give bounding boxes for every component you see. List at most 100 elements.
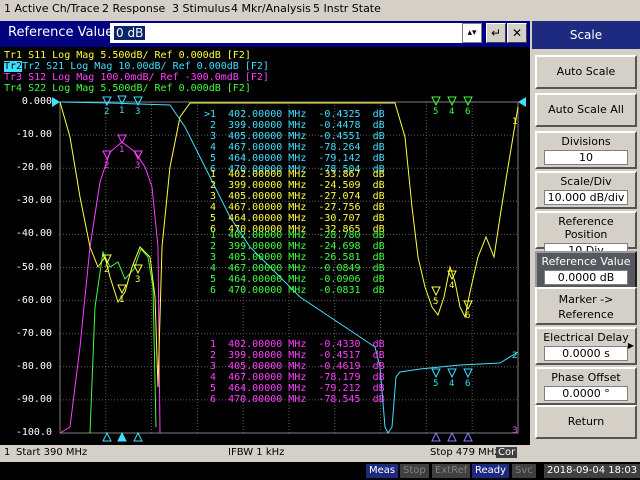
electrical-delay-label: Electrical Delay <box>543 331 629 344</box>
menu-active-ch-trace[interactable]: 1 Active Ch/Trace <box>4 2 100 15</box>
scale-div-button[interactable]: Scale/Div 10.000 dB/div <box>535 171 637 209</box>
bottom-marker <box>133 431 143 442</box>
divisions-button[interactable]: Divisions 10 <box>535 131 637 169</box>
marker-5-tr1-label: 5 <box>433 297 438 307</box>
marker-3-tr2-label: 3 <box>135 107 140 117</box>
trace-line-tr3[interactable]: Tr3 S12 Log Mag 100.0mdB/ Ref -300.0mdB … <box>4 72 269 83</box>
entry-value[interactable]: 0 dB <box>114 26 146 40</box>
trace-line-tr2[interactable]: Tr2Tr2 S21 Log Mag 10.00dB/ Ref 0.000dB … <box>4 61 269 72</box>
scale-div-label: Scale/Div <box>560 175 612 188</box>
bottom-marker <box>447 431 457 442</box>
marker-5-tr1 <box>431 286 441 297</box>
start-frequency[interactable]: Start 390 MHz <box>16 447 87 458</box>
stop-status: Stop <box>400 464 429 478</box>
measurement-graph[interactable]: 123546123123546546123 Tr1 S11 Log Mag 5.… <box>0 47 530 445</box>
marker-6-tr2b <box>463 368 473 379</box>
marker-5-tr4 <box>431 96 441 107</box>
marker-2-tr2 <box>102 96 112 107</box>
divisions-value: 10 <box>544 150 628 165</box>
bottom-marker <box>463 431 473 442</box>
status-bar: Meas Stop ExtRef Ready Svc 2018-09-04 18… <box>0 462 640 480</box>
marker-table-row: >1 402.00000 MHz -0.4325 dB <box>204 109 385 120</box>
entry-value-input[interactable]: 0 dB <box>110 23 482 43</box>
marker-table-row: 6 470.00000 MHz -78.545 dB <box>204 394 385 405</box>
marker-4-tr1-label: 4 <box>449 281 454 291</box>
marker-6-tr1-label: 6 <box>465 311 470 321</box>
enter-button[interactable]: ↵ <box>486 23 506 43</box>
marker-table-row: 2 399.00000 MHz -0.4478 dB <box>204 120 385 131</box>
reference-value-value: 0.0000 dB <box>544 270 628 285</box>
marker-1-tr2-label: 1 <box>119 106 124 116</box>
auto-scale-button[interactable]: Auto Scale <box>535 55 637 89</box>
scale-div-value: 10.000 dB/div <box>544 190 628 205</box>
trace-line-tr4[interactable]: Tr4 S22 Log Mag 5.500dB/ Ref 0.000dB [F2… <box>4 83 269 94</box>
marker-table-row: 2 399.00000 MHz -24.698 dB <box>204 241 385 252</box>
expand-arrow-icon: ▶ <box>627 341 634 350</box>
menu-mkr-analysis[interactable]: 4 Mkr/Analysis <box>231 2 311 15</box>
trace-end-label-tr2: 2 <box>512 351 518 361</box>
marker-table-row: 3 405.00000 MHz -27.074 dB <box>204 191 385 202</box>
y-axis-label: -20.00 <box>15 162 52 174</box>
marker-table-row: 5 464.00000 MHz -30.707 dB <box>204 213 385 224</box>
divisions-label: Divisions <box>561 135 611 148</box>
y-axis-label: -40.00 <box>15 228 52 240</box>
trace-line-tr2-text: Tr2 S21 Log Mag 10.00dB/ Ref 0.000dB [F2… <box>22 61 269 72</box>
correction-badge: Cor <box>496 447 518 458</box>
channel-number: 1 <box>4 447 11 458</box>
menu-response[interactable]: 2 Response <box>102 2 165 15</box>
marker-table-row: 3 405.00000 MHz -26.581 dB <box>204 252 385 263</box>
y-axis-label: -80.00 <box>15 360 52 372</box>
return-button[interactable]: Return <box>535 405 637 439</box>
trace-end-label-tr3: 3 <box>512 426 518 436</box>
marker-table-row: 6 470.00000 MHz -0.0831 dB <box>204 285 385 296</box>
marker-5-tr2b <box>431 368 441 379</box>
marker-table-row: 5 464.00000 MHz -79.142 dB <box>204 153 385 164</box>
marker-table-row: 1 402.00000 MHz -0.4330 dB <box>204 339 385 350</box>
reference-level-arrow-left <box>52 97 60 107</box>
y-axis-label: -70.00 <box>15 327 52 339</box>
marker-to-reference-label: Marker -> Reference <box>558 293 614 321</box>
trace-tr4-line <box>89 248 157 434</box>
trace-line-tr1[interactable]: Tr1 S11 Log Mag 5.500dB/ Ref 0.000dB [F2… <box>4 50 269 61</box>
cancel-button[interactable]: ✕ <box>507 23 527 43</box>
marker-4-tr4 <box>447 96 457 107</box>
marker-6-tr2b-label: 6 <box>465 379 470 389</box>
active-trace-tag: Tr2 <box>4 61 23 72</box>
phase-offset-label: Phase Offset <box>551 371 621 384</box>
y-axis-label: -50.00 <box>15 261 52 273</box>
panel-title: Scale <box>532 21 640 49</box>
extref-status: ExtRef <box>432 464 471 478</box>
reference-value-button[interactable]: Reference Value 0.0000 dB <box>535 251 637 289</box>
marker-table-row: 4 467.00000 MHz -0.0849 dB <box>204 263 385 274</box>
trace-tr3-line <box>59 141 161 434</box>
trace-info: Tr1 S11 Log Mag 5.500dB/ Ref 0.000dB [F2… <box>4 50 269 94</box>
marker-table-row: 2 399.00000 MHz -24.509 dB <box>204 180 385 191</box>
marker-1-tr3-label: 1 <box>119 145 124 155</box>
bottom-marker <box>431 431 441 442</box>
auto-scale-label: Auto Scale <box>556 65 616 78</box>
marker-1-tr2 <box>117 95 127 106</box>
auto-scale-all-button[interactable]: Auto Scale All <box>535 93 637 127</box>
marker-5-tr2b-label: 5 <box>433 379 438 389</box>
menu-instr-state[interactable]: 5 Instr State <box>313 2 381 15</box>
marker-table-row: 4 467.00000 MHz -78.264 dB <box>204 142 385 153</box>
spinner-icon[interactable]: ▴▾ <box>462 23 482 43</box>
marker-table-row: 3 405.00000 MHz -0.4551 dB <box>204 131 385 142</box>
phase-offset-button[interactable]: Phase Offset 0.0000 ° <box>535 367 637 405</box>
marker-2-tr1-label: 2 <box>104 265 109 275</box>
reference-position-label: Reference Position <box>558 215 614 241</box>
channel-footer: 1 Start 390 MHz IFBW 1 kHz Stop 479 MHz … <box>0 446 530 460</box>
reference-position-button[interactable]: Reference Position10 Div <box>535 211 637 258</box>
ifbw[interactable]: IFBW 1 kHz <box>228 447 284 458</box>
marker-1-tr1-label: 1 <box>119 295 124 305</box>
electrical-delay-button[interactable]: Electrical Delay 0.0000 s ▶ <box>535 327 637 365</box>
marker-to-reference-button[interactable]: Marker -> Reference <box>535 287 637 325</box>
marker-table-row: 1 402.00000 MHz -33.867 dB <box>204 169 385 180</box>
menu-bar: 1 Active Ch/Trace 2 Response 3 Stimulus … <box>0 0 640 19</box>
meas-status: Meas <box>366 464 399 478</box>
stop-frequency[interactable]: Stop 479 MHz <box>430 447 500 458</box>
marker-6-tr4 <box>463 96 473 107</box>
marker-table-row: 2 399.00000 MHz -0.4517 dB <box>204 350 385 361</box>
marker-3-tr1-label: 3 <box>135 275 140 285</box>
menu-stimulus[interactable]: 3 Stimulus <box>172 2 230 15</box>
